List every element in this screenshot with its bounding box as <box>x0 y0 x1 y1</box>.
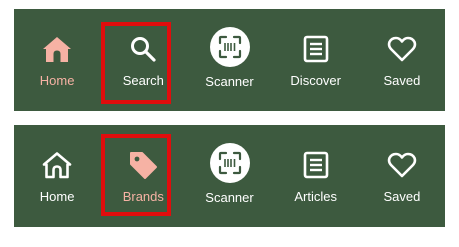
nav-item-discover[interactable]: Discover <box>273 9 359 111</box>
heart-icon <box>385 148 419 182</box>
search-icon <box>126 32 160 66</box>
nav-item-scanner[interactable]: Scanner <box>186 9 272 111</box>
heart-icon <box>385 32 419 66</box>
home-icon <box>40 148 74 182</box>
article-icon <box>299 32 333 66</box>
nav-item-articles[interactable]: Articles <box>273 125 359 227</box>
barcode-scanner-icon <box>209 27 250 67</box>
nav-label-saved: Saved <box>383 189 421 204</box>
nav-item-home[interactable]: Home <box>14 9 100 111</box>
nav-label-home: Home <box>39 73 75 88</box>
nav-label-home: Home <box>39 189 75 204</box>
bottom-nav-bar-top: Home Search Scanner Discover Saved <box>14 9 445 111</box>
nav-item-home[interactable]: Home <box>14 125 100 227</box>
nav-item-saved[interactable]: Saved <box>359 9 445 111</box>
nav-item-saved[interactable]: Saved <box>359 125 445 227</box>
tag-icon <box>126 148 160 182</box>
article-icon <box>299 148 333 182</box>
home-icon <box>40 32 74 66</box>
bottom-nav-bar-bottom: Home Brands Scanner Articles Saved <box>14 125 445 227</box>
nav-item-scanner[interactable]: Scanner <box>186 125 272 227</box>
nav-label-search: Search <box>122 73 164 88</box>
barcode-scanner-icon <box>209 143 250 183</box>
nav-label-brands: Brands <box>122 189 164 204</box>
nav-label-saved: Saved <box>383 73 421 88</box>
nav-item-search[interactable]: Search <box>100 9 186 111</box>
nav-label-scanner: Scanner <box>205 74 254 89</box>
nav-label-articles: Articles <box>294 189 338 204</box>
nav-item-brands[interactable]: Brands <box>100 125 186 227</box>
nav-label-scanner: Scanner <box>205 190 254 205</box>
nav-label-discover: Discover <box>290 73 341 88</box>
